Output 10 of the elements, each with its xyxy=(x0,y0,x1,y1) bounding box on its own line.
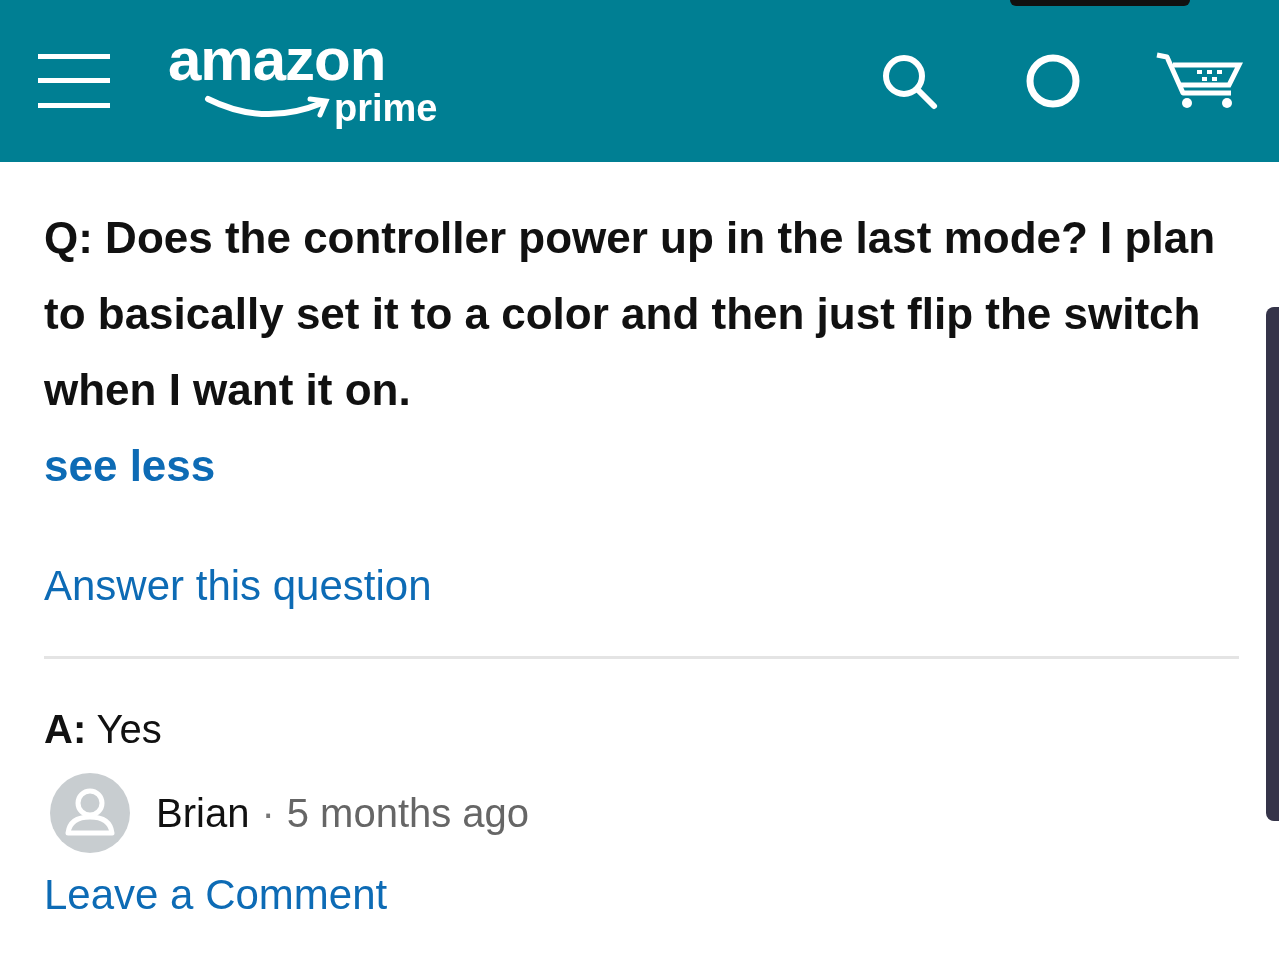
leave-comment-link[interactable]: Leave a Comment xyxy=(44,865,388,925)
separator-dot: · xyxy=(261,790,275,836)
answer-time: 5 months ago xyxy=(286,790,530,836)
answer-question-link[interactable]: Answer this question xyxy=(44,556,432,616)
question-text: Q: Does the controller power up in the last mode? I plan to basically set it to a color and then just flip the switch when I want it on. xyxy=(44,212,1216,416)
menu-icon[interactable] xyxy=(38,54,110,108)
author-name: Brian xyxy=(156,790,250,836)
avatar-icon xyxy=(50,773,130,853)
see-less-link[interactable]: see less xyxy=(44,428,216,504)
answer-text: A: Yes xyxy=(44,706,163,753)
